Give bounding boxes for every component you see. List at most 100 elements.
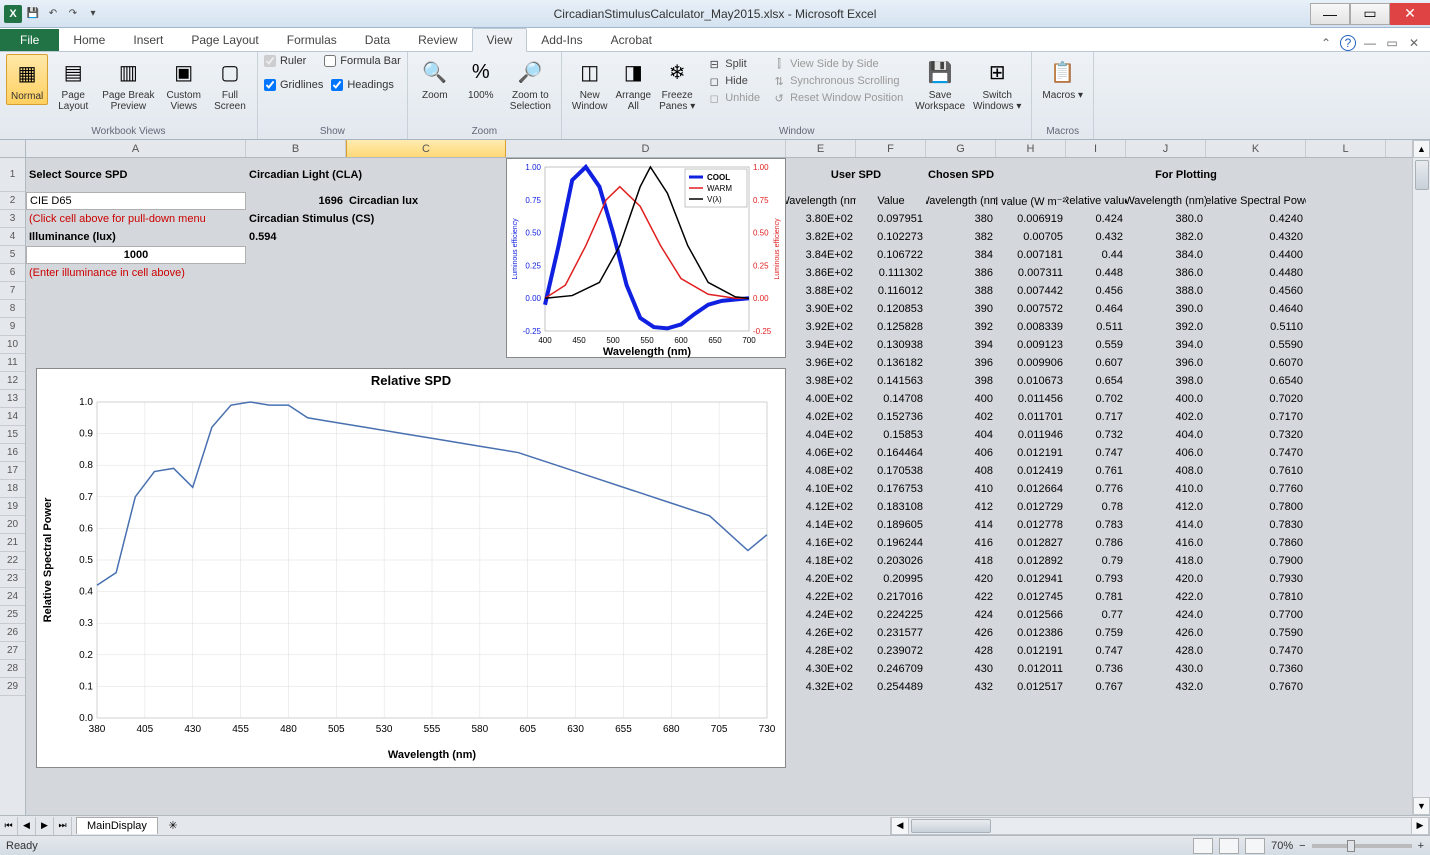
row-header-11[interactable]: 11 (0, 354, 25, 372)
cell-H21[interactable]: 0.012827 (996, 534, 1066, 552)
cell-H19[interactable]: 0.012729 (996, 498, 1066, 516)
cell-F12[interactable]: 0.141563 (856, 372, 926, 390)
cell-E29[interactable]: 4.32E+02 (786, 678, 856, 696)
col-header-D[interactable]: D (506, 140, 786, 157)
cell-E15[interactable]: 4.04E+02 (786, 426, 856, 444)
zoom-out-icon[interactable]: − (1299, 840, 1305, 852)
chart-relative-spd[interactable]: Relative SPD 0.00.10.20.30.40.50.60.70.8… (36, 368, 786, 768)
cell-F22[interactable]: 0.203026 (856, 552, 926, 570)
col-header-H[interactable]: H (996, 140, 1066, 157)
100%-button[interactable]: %100% (460, 54, 502, 103)
cell-J22[interactable]: 418.0 (1126, 552, 1206, 570)
cell-F4[interactable]: 0.102273 (856, 228, 926, 246)
cell-K2[interactable]: Relative Spectral Power (1206, 192, 1306, 210)
col-header-F[interactable]: F (856, 140, 926, 157)
cell-K7[interactable]: 0.4560 (1206, 282, 1306, 300)
cell-G1[interactable]: Chosen SPD (926, 158, 996, 192)
cell-F7[interactable]: 0.116012 (856, 282, 926, 300)
cell-K4[interactable]: 0.4320 (1206, 228, 1306, 246)
cell-F21[interactable]: 0.196244 (856, 534, 926, 552)
row-header-4[interactable]: 4 (0, 228, 25, 246)
cell-A4[interactable]: Illuminance (lux) (26, 228, 246, 246)
row-header-20[interactable]: 20 (0, 516, 25, 534)
cell-G11[interactable]: 396 (926, 354, 996, 372)
cell-G22[interactable]: 418 (926, 552, 996, 570)
cell-I1[interactable]: For Plotting (1066, 158, 1306, 192)
cell-F19[interactable]: 0.183108 (856, 498, 926, 516)
cell-J29[interactable]: 432.0 (1126, 678, 1206, 696)
cell-J11[interactable]: 396.0 (1126, 354, 1206, 372)
cell-I28[interactable]: 0.736 (1066, 660, 1126, 678)
page-break-preview-button[interactable]: ▥Page BreakPreview (98, 54, 158, 114)
cell-G28[interactable]: 430 (926, 660, 996, 678)
cell-E1[interactable]: User SPD (786, 158, 926, 192)
cell-F6[interactable]: 0.111302 (856, 264, 926, 282)
cell-I13[interactable]: 0.702 (1066, 390, 1126, 408)
cell-F17[interactable]: 0.170538 (856, 462, 926, 480)
row-header-1[interactable]: 1 (0, 158, 25, 192)
cell-K26[interactable]: 0.7590 (1206, 624, 1306, 642)
cell-B4[interactable]: 0.594 (246, 228, 506, 246)
cell-G20[interactable]: 414 (926, 516, 996, 534)
cell-F2[interactable]: Value (856, 192, 926, 210)
cell-G3[interactable]: 380 (926, 210, 996, 228)
row-header-14[interactable]: 14 (0, 408, 25, 426)
row-header-3[interactable]: 3 (0, 210, 25, 228)
cell-J5[interactable]: 384.0 (1126, 246, 1206, 264)
maximize-button[interactable]: ▭ (1350, 3, 1390, 25)
cell-H26[interactable]: 0.012386 (996, 624, 1066, 642)
cell-G9[interactable]: 392 (926, 318, 996, 336)
cell-E16[interactable]: 4.06E+02 (786, 444, 856, 462)
row-header-10[interactable]: 10 (0, 336, 25, 354)
cell-G18[interactable]: 410 (926, 480, 996, 498)
cell-H4[interactable]: 0.00705 (996, 228, 1066, 246)
cell-E11[interactable]: 3.96E+02 (786, 354, 856, 372)
cell-H11[interactable]: 0.009906 (996, 354, 1066, 372)
cell-I9[interactable]: 0.511 (1066, 318, 1126, 336)
freeze-panes-▾-button[interactable]: ❄FreezePanes ▾ (655, 54, 699, 114)
custom-views-button[interactable]: ▣CustomViews (163, 54, 205, 114)
cell-K21[interactable]: 0.7860 (1206, 534, 1306, 552)
cell-J17[interactable]: 408.0 (1126, 462, 1206, 480)
grid-body[interactable]: Select Source SPDCircadian Light (CLA)Us… (26, 158, 1412, 815)
qat-save-icon[interactable]: 💾 (24, 5, 42, 23)
row-header-27[interactable]: 27 (0, 642, 25, 660)
cell-J18[interactable]: 410.0 (1126, 480, 1206, 498)
worksheet[interactable]: ABCDEFGHIJKL 123456789101112131415161718… (0, 140, 1430, 815)
scroll-right-icon[interactable]: ▶ (1411, 818, 1429, 834)
cell-I17[interactable]: 0.761 (1066, 462, 1126, 480)
cell-J26[interactable]: 426.0 (1126, 624, 1206, 642)
cell-G29[interactable]: 432 (926, 678, 996, 696)
tab-formulas[interactable]: Formulas (273, 29, 351, 51)
cell-H25[interactable]: 0.012566 (996, 606, 1066, 624)
scroll-up-icon[interactable]: ▲ (1413, 140, 1430, 158)
cell-E25[interactable]: 4.24E+02 (786, 606, 856, 624)
cell-H12[interactable]: 0.010673 (996, 372, 1066, 390)
cell-K20[interactable]: 0.7830 (1206, 516, 1306, 534)
cell-I22[interactable]: 0.79 (1066, 552, 1126, 570)
cell-E9[interactable]: 3.92E+02 (786, 318, 856, 336)
cell-G25[interactable]: 424 (926, 606, 996, 624)
cell-G12[interactable]: 398 (926, 372, 996, 390)
cell-K18[interactable]: 0.7760 (1206, 480, 1306, 498)
row-header-26[interactable]: 26 (0, 624, 25, 642)
row-header-5[interactable]: 5 (0, 246, 25, 264)
vertical-scrollbar[interactable]: ▲ ▼ (1412, 140, 1430, 815)
cell-F15[interactable]: 0.15853 (856, 426, 926, 444)
zoom-in-icon[interactable]: + (1418, 840, 1424, 852)
next-sheet-icon[interactable]: ▶ (36, 817, 54, 835)
column-headers[interactable]: ABCDEFGHIJKL (26, 140, 1412, 158)
check-formula-bar[interactable]: Formula Bar (324, 54, 401, 68)
cell-H13[interactable]: 0.011456 (996, 390, 1066, 408)
macros-button[interactable]: 📋 Macros ▾ (1038, 54, 1087, 103)
cell-H10[interactable]: 0.009123 (996, 336, 1066, 354)
cell-I21[interactable]: 0.786 (1066, 534, 1126, 552)
cell-I6[interactable]: 0.448 (1066, 264, 1126, 282)
select-all-corner[interactable] (0, 140, 26, 158)
cell-F9[interactable]: 0.125828 (856, 318, 926, 336)
cell-G27[interactable]: 428 (926, 642, 996, 660)
view-normal-icon[interactable] (1193, 838, 1213, 854)
cell-K13[interactable]: 0.7020 (1206, 390, 1306, 408)
cell-H24[interactable]: 0.012745 (996, 588, 1066, 606)
cell-K25[interactable]: 0.7700 (1206, 606, 1306, 624)
